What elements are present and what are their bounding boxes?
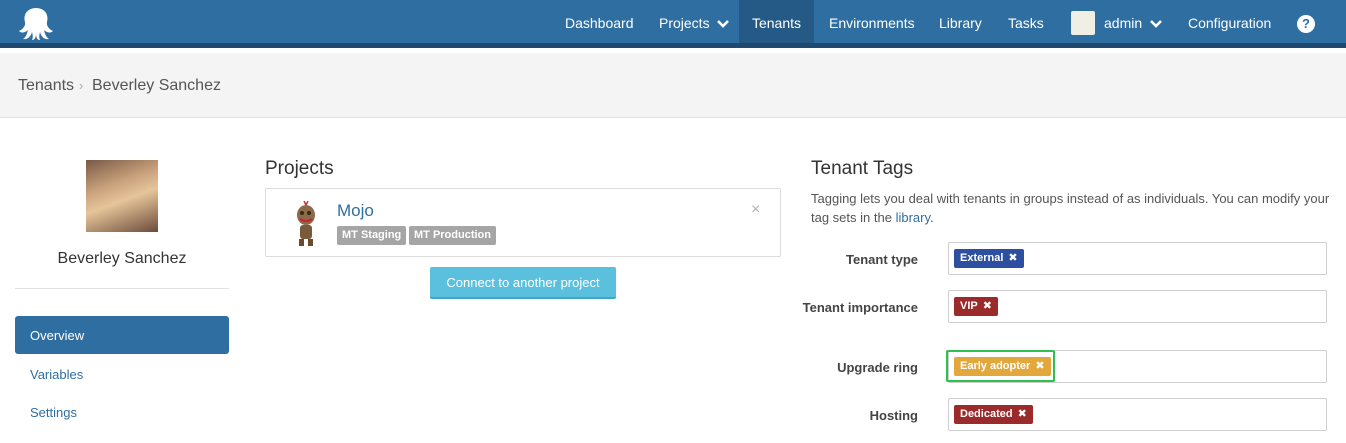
tenant-tags-description: Tagging lets you deal with tenants in gr… xyxy=(811,189,1331,227)
nav-tenants-label: Tenants xyxy=(751,15,802,31)
tag-input-hosting[interactable]: Dedicated ✖ xyxy=(948,398,1327,431)
breadcrumb: Tenants › Beverley Sanchez xyxy=(0,53,1346,118)
tenant-tags-heading: Tenant Tags xyxy=(811,158,914,179)
tag-chip: External ✖ xyxy=(954,249,1024,268)
environment-badge: MT Staging xyxy=(337,226,407,245)
remove-tag-icon[interactable]: ✖ xyxy=(1008,252,1017,264)
tag-focus-highlight xyxy=(946,350,1055,382)
tags-description-text: Tagging lets you deal with tenants in gr… xyxy=(811,191,1330,225)
nav-tasks[interactable]: Tasks xyxy=(1008,0,1044,43)
tag-chip-label: VIP xyxy=(960,300,978,312)
chevron-down-icon xyxy=(717,20,730,29)
nav-environments[interactable]: Environments xyxy=(829,0,915,43)
nav-dashboard-label: Dashboard xyxy=(565,15,634,31)
remove-project-icon[interactable]: × xyxy=(751,201,760,219)
nav-tenants[interactable]: Tenants xyxy=(739,0,814,43)
nav-configuration[interactable]: Configuration xyxy=(1188,0,1271,43)
library-link[interactable]: library xyxy=(896,210,930,225)
tags-description-end: . xyxy=(930,210,934,225)
connect-project-button[interactable]: Connect to another project xyxy=(430,267,616,299)
nav-environments-label: Environments xyxy=(829,15,915,31)
nav-projects-label: Projects xyxy=(659,15,710,31)
breadcrumb-tenants-link[interactable]: Tenants xyxy=(18,77,74,95)
nav-user-menu[interactable]: admin xyxy=(1104,0,1162,43)
user-avatar[interactable] xyxy=(1071,11,1095,35)
nav-library[interactable]: Library xyxy=(939,0,982,43)
nav-dashboard[interactable]: Dashboard xyxy=(565,0,634,43)
project-logo-icon xyxy=(297,201,315,246)
tag-input-tenant-type[interactable]: External ✖ xyxy=(948,242,1327,275)
top-navbar: Dashboard Projects Tenants Environments … xyxy=(0,0,1346,48)
nav-library-label: Library xyxy=(939,15,982,31)
remove-tag-icon[interactable]: ✖ xyxy=(1018,408,1027,420)
sidebar-item-settings[interactable]: Settings xyxy=(15,393,229,431)
remove-tag-icon[interactable]: ✖ xyxy=(983,300,992,312)
sidebar-item-variables[interactable]: Variables xyxy=(15,355,229,393)
project-card: Mojo MT Staging MT Production × xyxy=(265,188,781,257)
nav-configuration-label: Configuration xyxy=(1188,15,1272,31)
tag-set-label-hosting: Hosting xyxy=(869,408,918,423)
tenant-name: Beverley Sanchez xyxy=(57,250,187,267)
environment-badge: MT Production xyxy=(409,226,496,245)
octopus-logo-icon[interactable] xyxy=(18,6,54,40)
nav-projects[interactable]: Projects xyxy=(659,0,730,43)
tag-chip: Dedicated ✖ xyxy=(954,405,1033,424)
nav-tasks-label: Tasks xyxy=(1008,15,1044,31)
tag-chip: VIP ✖ xyxy=(954,297,998,316)
tag-chip-label: Dedicated xyxy=(960,408,1013,420)
tag-chip-label: External xyxy=(960,252,1004,264)
sidebar-divider xyxy=(15,288,229,289)
breadcrumb-current: Beverley Sanchez xyxy=(92,77,221,94)
tag-set-label-tenant-importance: Tenant importance xyxy=(802,300,918,315)
chevron-down-icon xyxy=(1150,20,1162,29)
sidebar-item-overview[interactable]: Overview xyxy=(15,316,229,354)
project-name-link[interactable]: Mojo xyxy=(337,201,374,221)
projects-heading: Projects xyxy=(265,158,334,179)
breadcrumb-separator-icon: › xyxy=(79,78,84,93)
tag-input-tenant-importance[interactable]: VIP ✖ xyxy=(948,290,1327,323)
tag-set-label-upgrade-ring: Upgrade ring xyxy=(837,360,918,375)
help-icon[interactable]: ? xyxy=(1297,15,1315,33)
nav-user-label: admin xyxy=(1104,15,1143,31)
tenant-avatar xyxy=(86,160,158,232)
tag-set-label-tenant-type: Tenant type xyxy=(846,252,918,267)
